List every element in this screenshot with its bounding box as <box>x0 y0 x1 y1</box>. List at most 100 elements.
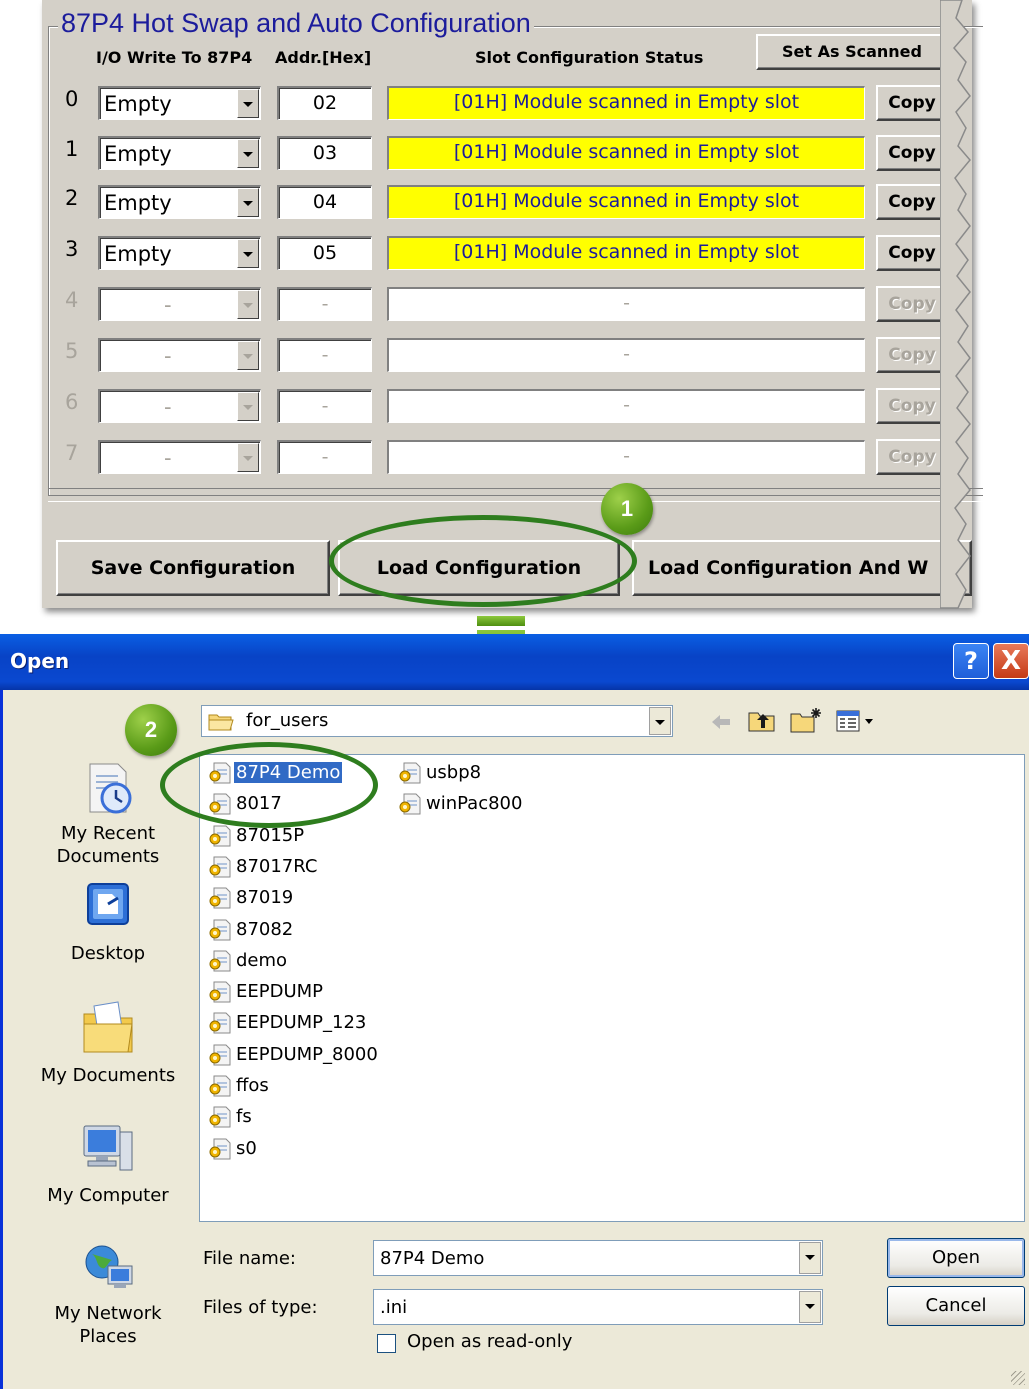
ini-file-icon <box>399 793 421 815</box>
chevron-down-icon <box>237 290 259 319</box>
addr-column-header: Addr.[Hex] <box>275 48 372 67</box>
highlight-ellipse-load <box>329 515 637 607</box>
cancel-button[interactable]: Cancel <box>887 1286 1025 1326</box>
address-field: - <box>277 389 372 423</box>
file-item[interactable]: demo <box>208 947 289 975</box>
slot-status: [01H] Module scanned in Empty slot <box>387 136 865 170</box>
file-item[interactable]: EEPDUMP_123 <box>208 1009 368 1037</box>
slot-status: [01H] Module scanned in Empty slot <box>387 185 865 219</box>
config-panel-title: 87P4 Hot Swap and Auto Configuration <box>58 6 534 40</box>
file-type-dropdown-button[interactable] <box>799 1291 821 1323</box>
file-type-value: .ini <box>380 1297 408 1318</box>
places-desktop[interactable]: Desktop <box>33 878 183 965</box>
slot-status: - <box>387 287 865 321</box>
file-name-combo[interactable]: 87P4 Demo <box>373 1240 823 1276</box>
module-select-value: Empty <box>104 191 172 215</box>
ini-file-icon <box>399 762 421 784</box>
open-button[interactable]: Open <box>887 1238 1025 1278</box>
chevron-down-icon <box>237 392 259 421</box>
file-item[interactable]: ffos <box>208 1072 271 1100</box>
copy-button[interactable]: Copy <box>876 85 948 121</box>
file-item-name: EEPDUMP_8000 <box>236 1044 378 1065</box>
ini-file-icon <box>209 981 231 1003</box>
file-item-name: s0 <box>236 1138 257 1159</box>
file-item[interactable]: EEPDUMP <box>208 978 325 1006</box>
chevron-down-icon <box>237 341 259 370</box>
file-item-name: 87017RC <box>236 856 318 877</box>
places-recent-documents[interactable]: My Recent Documents <box>33 752 183 868</box>
folder-icon <box>208 714 234 731</box>
address-value: 04 <box>312 191 338 213</box>
file-item[interactable]: 87019 <box>208 884 295 912</box>
close-button[interactable]: X <box>993 643 1029 679</box>
look-in-dropdown-button[interactable] <box>649 707 671 735</box>
slot-number: 6 <box>65 390 79 414</box>
places-my-computer[interactable]: My Computer <box>33 1118 183 1207</box>
module-select[interactable]: Empty <box>98 236 261 270</box>
file-type-combo[interactable]: .ini <box>373 1289 823 1325</box>
slot-number: 7 <box>65 441 79 465</box>
chevron-down-icon[interactable] <box>237 239 259 268</box>
address-field[interactable]: 03 <box>277 136 372 170</box>
module-select-value: - <box>164 344 172 368</box>
file-name-dropdown-button[interactable] <box>799 1242 821 1274</box>
file-item[interactable]: 87082 <box>208 916 295 944</box>
module-select: - <box>98 338 261 372</box>
file-item-name: ffos <box>236 1075 269 1096</box>
file-item[interactable]: winPac800 <box>398 790 524 818</box>
places-my-network[interactable]: My Network Places <box>33 1238 183 1348</box>
load-configuration-and-write-button[interactable]: Load Configuration And W <box>632 540 972 596</box>
file-item[interactable]: s0 <box>208 1135 259 1163</box>
slot-number: 4 <box>65 288 79 312</box>
copy-button[interactable]: Copy <box>876 235 948 271</box>
read-only-checkbox[interactable] <box>377 1334 396 1353</box>
address-value: - <box>321 446 329 468</box>
address-field: - <box>277 338 372 372</box>
slot-number: 2 <box>65 186 79 210</box>
module-select-value: Empty <box>104 92 172 116</box>
module-select-value: - <box>164 446 172 470</box>
address-field[interactable]: 05 <box>277 236 372 270</box>
address-value: - <box>321 395 329 417</box>
file-item-name: fs <box>236 1106 252 1127</box>
look-in-combo[interactable]: for_users <box>201 705 673 737</box>
copy-button: Copy <box>876 337 948 373</box>
resize-grip[interactable] <box>1011 1371 1025 1385</box>
open-file-dialog: Open ? X for_users 2 My Recent Documents… <box>0 634 1029 1389</box>
address-field[interactable]: 02 <box>277 86 372 120</box>
module-select[interactable]: Empty <box>98 185 261 219</box>
module-select[interactable]: Empty <box>98 86 261 120</box>
ini-file-icon <box>209 1012 231 1034</box>
chevron-down-icon[interactable] <box>237 89 259 118</box>
file-item[interactable]: usbp8 <box>398 759 483 787</box>
places-label: My Documents <box>40 1065 176 1086</box>
copy-button: Copy <box>876 286 948 322</box>
file-name-input[interactable]: 87P4 Demo <box>380 1248 484 1269</box>
my-computer-icon <box>83 1125 133 1171</box>
new-folder-icon[interactable] <box>789 706 823 734</box>
copy-button: Copy <box>876 439 948 475</box>
file-item-name: EEPDUMP_123 <box>236 1012 367 1033</box>
chevron-down-icon[interactable] <box>237 139 259 168</box>
copy-button[interactable]: Copy <box>876 135 948 171</box>
copy-button[interactable]: Copy <box>876 184 948 220</box>
view-menu-icon[interactable] <box>835 708 877 734</box>
back-icon[interactable] <box>709 711 733 733</box>
file-list-view[interactable]: 87P4 Demo 8017 87015P 87017RC 87019 87082 demo… <box>199 754 1025 1222</box>
address-value: 02 <box>312 92 338 114</box>
file-item[interactable]: 87017RC <box>208 853 319 881</box>
address-field[interactable]: 04 <box>277 185 372 219</box>
slot-status: [01H] Module scanned in Empty slot <box>387 236 865 270</box>
file-item[interactable]: fs <box>208 1103 254 1131</box>
help-button[interactable]: ? <box>953 643 989 679</box>
up-folder-icon[interactable] <box>747 708 777 734</box>
panel-divider <box>48 488 983 502</box>
file-item[interactable]: EEPDUMP_8000 <box>208 1041 380 1069</box>
places-my-documents[interactable]: My Documents <box>33 998 183 1087</box>
set-as-scanned-button[interactable]: Set As Scanned <box>756 34 948 70</box>
slot-status: - <box>387 389 865 423</box>
chevron-down-icon[interactable] <box>237 188 259 217</box>
module-select[interactable]: Empty <box>98 136 261 170</box>
save-configuration-button[interactable]: Save Configuration <box>56 540 330 596</box>
copy-button: Copy <box>876 388 948 424</box>
